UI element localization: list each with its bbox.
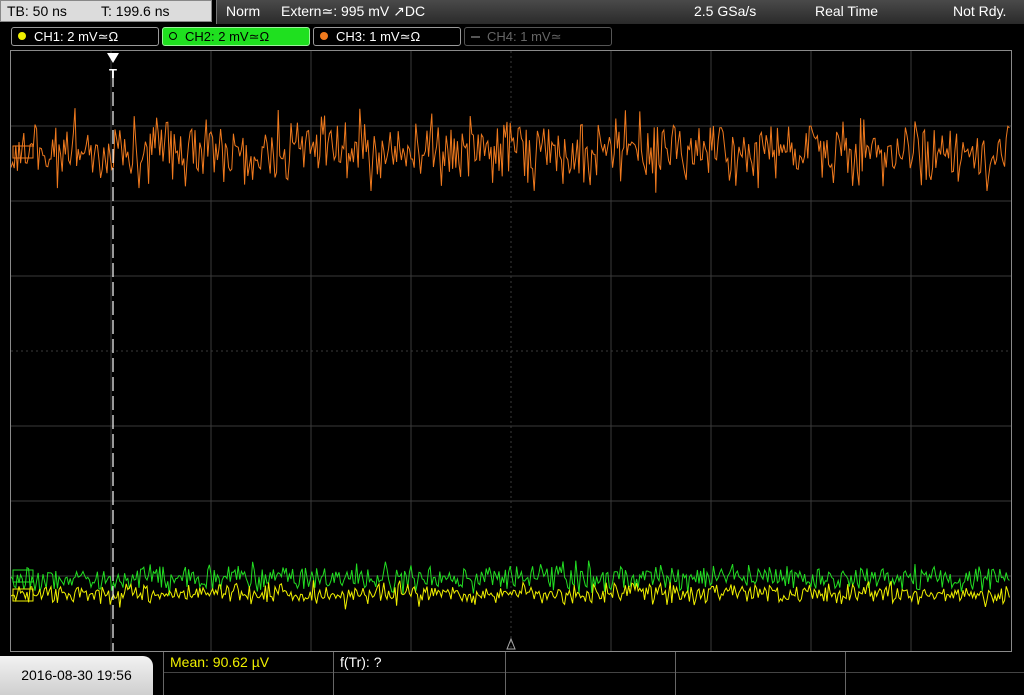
ch3-label: CH3: 1 mV≃Ω <box>336 29 421 44</box>
channel-tab-ch2[interactable]: CH2: 2 mV≃Ω <box>162 27 310 46</box>
measurement-mean[interactable]: Mean: 90.62 µV <box>163 652 333 695</box>
measurement-frequency[interactable]: f(Tr): ? <box>333 652 505 695</box>
channel-tab-ch4[interactable]: CH4: 1 mV≃ <box>464 27 612 46</box>
ch1-indicator-icon <box>18 32 26 40</box>
acquisition-status-row[interactable]: Norm Extern≃: 995 mV ↗DC 2.5 GSa/s Real … <box>216 0 1024 24</box>
measurement-slot-4[interactable] <box>675 652 845 695</box>
ch4-label: CH4: 1 mV≃ <box>487 29 562 44</box>
trigger-mode[interactable]: Norm <box>226 0 260 23</box>
timebase-label: TB: 50 ns <box>7 3 67 19</box>
trigger-time-label: T: 199.6 ns <box>101 3 170 19</box>
ch3-indicator-icon <box>320 32 328 40</box>
trigger-marker: T <box>109 66 117 81</box>
ch4-indicator-icon <box>471 36 480 38</box>
mean-value: Mean: 90.62 µV <box>170 654 270 670</box>
ch2-label: CH2: 2 mV≃Ω <box>185 29 270 44</box>
timebase-box[interactable]: TB: 50 ns T: 199.6 ns <box>0 0 212 22</box>
ch3-waveform <box>11 108 1010 193</box>
measurement-slot-3[interactable] <box>505 652 675 695</box>
ch2-indicator-icon <box>169 32 177 40</box>
channel-tab-ch1[interactable]: CH1: 2 mV≃Ω <box>11 27 159 46</box>
trigger-position-arrow-icon[interactable] <box>107 53 119 63</box>
ch2-waveform <box>11 560 1010 596</box>
waveform-svg: T <box>11 51 1011 651</box>
waveform-display[interactable]: T <box>10 50 1012 652</box>
frequency-value: f(Tr): ? <box>340 654 382 670</box>
ch1-label: CH1: 2 mV≃Ω <box>34 29 119 44</box>
channel-tabs: CH1: 2 mV≃Ω CH2: 2 mV≃Ω CH3: 1 mV≃Ω CH4:… <box>0 24 1024 48</box>
acquisition-state: Not Rdy. <box>953 3 1007 19</box>
sample-rate: 2.5 GSa/s <box>694 3 757 19</box>
channel-tab-ch3[interactable]: CH3: 1 mV≃Ω <box>313 27 461 46</box>
measurement-slot-5[interactable] <box>845 652 1024 695</box>
datetime-display[interactable]: 2016-08-30 19:56 <box>0 656 153 695</box>
acquisition-mode: Real Time <box>815 3 879 19</box>
trigger-source[interactable]: Extern≃: 995 mV ↗DC <box>281 0 425 23</box>
top-status-bar: TB: 50 ns T: 199.6 ns Norm Extern≃: 995 … <box>0 0 1024 24</box>
